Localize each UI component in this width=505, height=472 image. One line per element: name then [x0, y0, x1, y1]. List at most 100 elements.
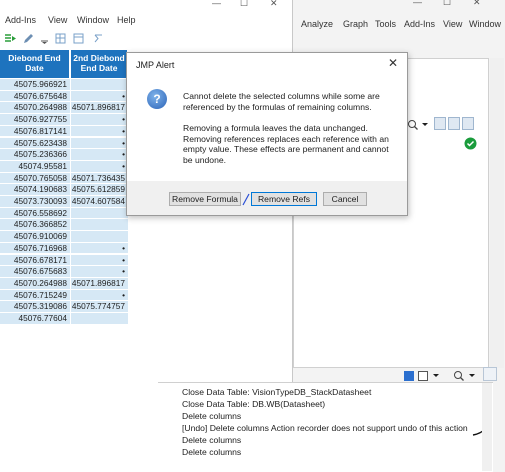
- left-title-bar: — ☐ ✕: [0, 0, 292, 10]
- menu-add-ins[interactable]: Add-Ins: [5, 15, 36, 25]
- table-cell[interactable]: 45070.765058: [0, 172, 70, 185]
- column-header-diebond-end-date[interactable]: Diebond End Date: [0, 50, 70, 78]
- table-cell[interactable]: 45075.966921: [0, 79, 70, 91]
- menu-tools[interactable]: Tools: [375, 19, 396, 29]
- column-header-2nd-diebond-end-date[interactable]: 2nd Diebond End Date: [71, 50, 128, 78]
- log-line: Delete columns: [182, 435, 242, 445]
- table-cell[interactable]: •: [71, 149, 128, 161]
- right-minimize-icon[interactable]: —: [413, 0, 422, 7]
- run-script-icon[interactable]: [4, 32, 17, 45]
- table-cell[interactable]: 45076.927755: [0, 114, 70, 126]
- table-cell[interactable]: 45073.730093: [0, 196, 70, 208]
- chevron-down-icon[interactable]: [420, 119, 430, 131]
- cancel-button[interactable]: Cancel: [323, 192, 367, 206]
- left-menu-bar: Add-Ins View Window Help: [0, 12, 292, 30]
- table-cell[interactable]: 45074.190683: [0, 184, 70, 196]
- log-scrollbar[interactable]: [482, 383, 492, 471]
- table-cell[interactable]: •: [71, 137, 128, 150]
- table-cell[interactable]: 45070.264988: [0, 277, 70, 290]
- table-cell[interactable]: •: [71, 90, 128, 103]
- menu-graph[interactable]: Graph: [343, 19, 368, 29]
- remove-refs-button[interactable]: Remove Refs: [251, 192, 317, 206]
- table-cell[interactable]: •: [71, 160, 128, 173]
- close-icon[interactable]: ✕: [270, 0, 278, 9]
- table-cell[interactable]: 45076.675648: [0, 90, 70, 103]
- table-cell[interactable]: •: [71, 125, 128, 138]
- table-cell[interactable]: •: [71, 114, 128, 126]
- dialog-message-secondary: Removing a formula leaves the data uncha…: [183, 123, 389, 165]
- question-icon: ?: [147, 89, 167, 109]
- log-scroll-top-button[interactable]: [483, 367, 497, 381]
- table-cell[interactable]: 45075.236366: [0, 149, 70, 161]
- right-maximize-icon[interactable]: ☐: [443, 0, 451, 8]
- delete-item-button[interactable]: [462, 117, 474, 130]
- log-search-icon[interactable]: [453, 370, 465, 382]
- table-cell[interactable]: 45075.319086: [0, 301, 70, 313]
- table-cell[interactable]: •: [71, 289, 128, 302]
- left-toolbar: [0, 30, 292, 48]
- table-view-icon[interactable]: [54, 32, 67, 45]
- formula-icon[interactable]: [92, 32, 105, 45]
- table-cell[interactable]: 45075.623438: [0, 137, 70, 150]
- move-down-button[interactable]: [448, 117, 460, 130]
- table-cell[interactable]: 45071.896817: [71, 102, 128, 115]
- log-line: Close Data Table: VisionTypeDB_StackData…: [182, 387, 372, 397]
- table-cell[interactable]: •: [71, 254, 128, 267]
- columns-icon[interactable]: [72, 32, 85, 45]
- right-menu-bar: Analyze Graph Tools Add-Ins View Window: [293, 16, 505, 32]
- table-cell[interactable]: [71, 79, 128, 91]
- table-cell[interactable]: 45076.817141: [0, 125, 70, 138]
- right-close-icon[interactable]: ✕: [473, 0, 481, 8]
- maximize-icon[interactable]: ☐: [240, 0, 248, 9]
- table-cell[interactable]: 45076.716968: [0, 242, 70, 255]
- table-cell[interactable]: 45076.675683: [0, 266, 70, 278]
- table-cell[interactable]: 45076.366852: [0, 219, 70, 232]
- search-icon[interactable]: [407, 119, 419, 131]
- table-cell[interactable]: 45076.678171: [0, 254, 70, 267]
- table-cell[interactable]: 45074.95581: [0, 160, 70, 173]
- toolbar-dropdown-icon[interactable]: [38, 32, 51, 45]
- table-cell[interactable]: [71, 219, 128, 232]
- table-cell[interactable]: 45071.736435: [71, 172, 128, 185]
- table-cell[interactable]: 45074.607584: [71, 196, 128, 208]
- table-cell[interactable]: 45076.715249: [0, 289, 70, 302]
- table-cell[interactable]: [71, 207, 128, 220]
- log-chevron-down-icon[interactable]: [467, 370, 477, 382]
- table-cell[interactable]: 45071.896817: [71, 277, 128, 290]
- table-cell[interactable]: [71, 313, 128, 325]
- remove-formula-button[interactable]: Remove Formula: [169, 192, 241, 206]
- table-cell[interactable]: •: [71, 266, 128, 278]
- dialog-button-area: Remove Formula Remove Refs Cancel: [127, 181, 407, 215]
- log-line: Delete columns: [182, 411, 242, 421]
- minimize-icon[interactable]: —: [212, 0, 221, 8]
- move-up-button[interactable]: [434, 117, 446, 130]
- menu-window-right[interactable]: Window: [469, 19, 501, 29]
- menu-view[interactable]: View: [48, 15, 67, 25]
- table-cell[interactable]: 45075.612859: [71, 184, 128, 196]
- table-cell[interactable]: 45075.774757: [71, 301, 128, 313]
- dialog-close-icon[interactable]: ✕: [388, 56, 398, 70]
- table-cell[interactable]: 45076.77604: [0, 313, 70, 325]
- table-cell[interactable]: •: [71, 242, 128, 255]
- checkbox-icon[interactable]: [417, 370, 429, 382]
- table-cell[interactable]: 45070.264988: [0, 102, 70, 115]
- chevron-down-icon-2[interactable]: [431, 370, 441, 382]
- menu-window[interactable]: Window: [77, 15, 109, 25]
- menu-add-ins-right[interactable]: Add-Ins: [404, 19, 435, 29]
- menu-analyze[interactable]: Analyze: [301, 19, 333, 29]
- menu-help[interactable]: Help: [117, 15, 136, 25]
- table-cell[interactable]: 45076.558692: [0, 207, 70, 220]
- edit-pencil-icon[interactable]: [22, 32, 35, 45]
- right-scrollbar[interactable]: [490, 58, 504, 368]
- blue-square-icon[interactable]: [403, 370, 415, 382]
- table-cell[interactable]: [71, 231, 128, 243]
- log-line: Delete columns: [182, 447, 242, 457]
- log-panel: Close Data Table: VisionTypeDB_StackData…: [158, 382, 493, 472]
- log-line: [Undo] Delete columns Action recorder do…: [182, 423, 468, 433]
- jmp-alert-dialog: JMP Alert ✕ ? Cannot delete the selected…: [126, 52, 408, 216]
- redaction-overlay: [133, 205, 283, 365]
- dialog-message-primary: Cannot delete the selected columns while…: [183, 91, 380, 112]
- menu-view-right[interactable]: View: [443, 19, 462, 29]
- table-cell[interactable]: 45076.910069: [0, 231, 70, 243]
- dialog-title: JMP Alert: [136, 60, 175, 70]
